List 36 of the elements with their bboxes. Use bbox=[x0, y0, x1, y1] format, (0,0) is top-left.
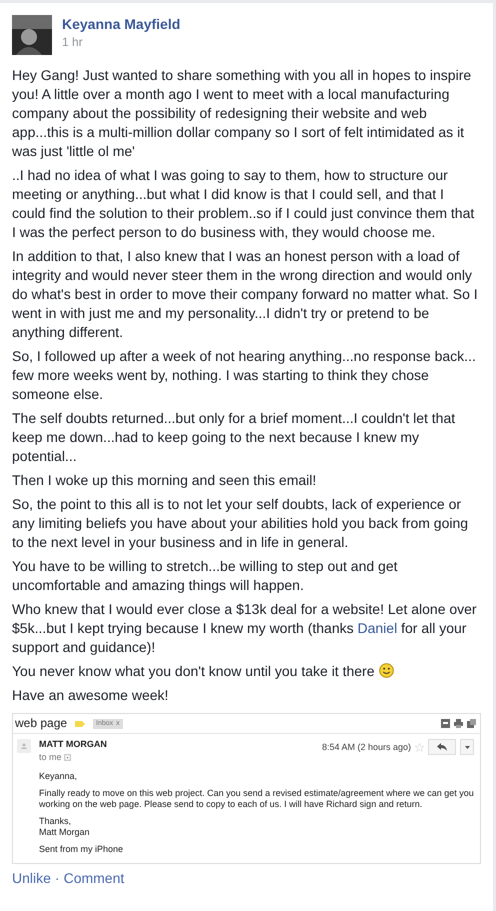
more-button[interactable] bbox=[460, 739, 474, 755]
email-text: Sent from my iPhone bbox=[39, 844, 124, 855]
email-time: 8:54 AM (2 hours ago) bbox=[322, 742, 411, 752]
print-icon[interactable] bbox=[454, 719, 463, 728]
unlike-link[interactable]: Unlike bbox=[12, 870, 51, 886]
recipient-text: to me bbox=[39, 752, 62, 763]
details-dropdown-icon[interactable] bbox=[64, 754, 71, 761]
archive-icon[interactable] bbox=[441, 719, 450, 728]
post-paragraph: So, the point to this all is to not let your self doubts, lack of experience or any limiting beliefs you have about your abilities hold you back from going to the next level in your business and in life in general. bbox=[12, 495, 470, 552]
post-paragraph: The self doubts returned...but only for a brief moment...I couldn't let that keep me down...had to keep going to the next because I knew my potential... bbox=[12, 409, 456, 466]
popout-icon[interactable] bbox=[467, 719, 476, 728]
mention-link[interactable]: Daniel bbox=[358, 620, 398, 636]
post-paragraph: Have an awesome week! bbox=[12, 686, 170, 705]
post-paragraph: You have to be willing to stretch...be willing to step out and get uncomfortable and amazing things will happen. bbox=[12, 557, 399, 595]
label-icon bbox=[75, 720, 86, 726]
avatar[interactable] bbox=[12, 15, 52, 55]
post-paragraph: In addition to that, I also knew that I was an honest person with a load of integrity and would never steer them in the wrong direction and would only do what's best in order to move their company forward no matter what. So I went in with just me and my personality...I didn't try or pretend to be anything different. bbox=[12, 247, 479, 342]
email-text: Thanks, Matt Morgan bbox=[39, 816, 91, 838]
reply-button[interactable] bbox=[428, 739, 456, 755]
post-paragraph: ..I had no idea of what I was going to say to them, how to structure our meeting or anything...but what I did know is that I could sell, and that I could find the solution to their problem..so if I could just convince them that I was the perfect person to do business with, they would choose me. bbox=[12, 166, 476, 242]
author-name[interactable]: Keyanna Mayfield bbox=[62, 16, 180, 32]
post-paragraph: Then I woke up this morning and seen this email! bbox=[12, 471, 318, 490]
email-subject: web page bbox=[15, 718, 68, 729]
caret-icon bbox=[464, 746, 470, 748]
post-paragraph: Who knew that I would ever close a $13k deal for a website! Let alone over $5k...but I kept trying because I knew my worth (thanks Daniel for all your support and guidance)! bbox=[12, 600, 478, 657]
comment-link[interactable]: Comment bbox=[64, 870, 124, 886]
email-text: Finally ready to move on this web project. Can you send a revised estimate/agreement where we can get you working on the web page. Please send to copy to each of us. I will have Richard sign and return. bbox=[39, 788, 474, 810]
star-icon[interactable] bbox=[415, 742, 424, 752]
separator-dot: · bbox=[54, 870, 60, 886]
email-text: Keyanna, bbox=[39, 771, 78, 782]
sender-name: MATT MORGAN bbox=[39, 739, 107, 750]
reply-icon bbox=[437, 743, 447, 751]
post-time[interactable]: 1 hr bbox=[62, 35, 180, 49]
post-paragraph: Hey Gang! Just wanted to share something with you all in hopes to inspire you! A little over a month ago I went to meet with a local manufacturing company about the possibility of redesigning their website and web app...this is a multi-million dollar company so I sort of felt intimidated as it was just 'little ol me' bbox=[12, 66, 472, 161]
post-paragraph: So, I followed up after a week of not hearing anything...no response back... few more weeks went by, nothing. I was starting to think they chose someone else. bbox=[12, 347, 477, 404]
post-paragraph: You never know what you don't know until you take it there bbox=[12, 662, 479, 681]
